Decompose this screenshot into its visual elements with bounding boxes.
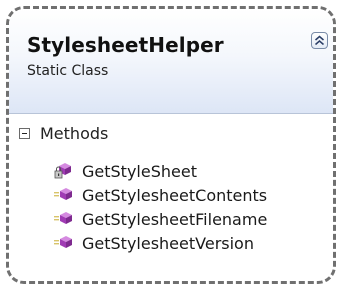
class-header: StylesheetHelper Static Class xyxy=(9,9,333,113)
method-item-getstylesheetversion[interactable]: GetStylesheetVersion xyxy=(53,231,267,255)
method-label: GetStylesheetContents xyxy=(82,185,268,205)
public-method-icon xyxy=(53,210,73,228)
methods-list: GetStyleSheet GetStylesheetContents GetS… xyxy=(53,159,267,255)
minus-box-icon[interactable] xyxy=(19,127,30,139)
methods-compartment-header[interactable]: Methods xyxy=(19,123,108,143)
double-chevron-up-icon xyxy=(315,35,324,46)
class-shape[interactable]: StylesheetHelper Static Class Methods Ge… xyxy=(6,6,336,284)
method-item-getstylesheetfilename[interactable]: GetStylesheetFilename xyxy=(53,207,267,231)
private-method-icon xyxy=(53,162,73,180)
header-divider xyxy=(9,113,333,114)
public-method-icon xyxy=(53,234,73,252)
method-item-getstylesheet[interactable]: GetStyleSheet xyxy=(53,159,267,183)
compartment-label-methods: Methods xyxy=(40,123,109,143)
class-kind: Static Class xyxy=(27,63,109,79)
method-label: GetStyleSheet xyxy=(82,161,197,181)
method-label: GetStylesheetFilename xyxy=(82,209,268,229)
public-method-icon xyxy=(53,186,73,204)
method-item-getstylesheetcontents[interactable]: GetStylesheetContents xyxy=(53,183,267,207)
method-label: GetStylesheetVersion xyxy=(82,233,254,253)
collapse-button[interactable] xyxy=(311,32,328,49)
class-name: StylesheetHelper xyxy=(27,33,224,57)
